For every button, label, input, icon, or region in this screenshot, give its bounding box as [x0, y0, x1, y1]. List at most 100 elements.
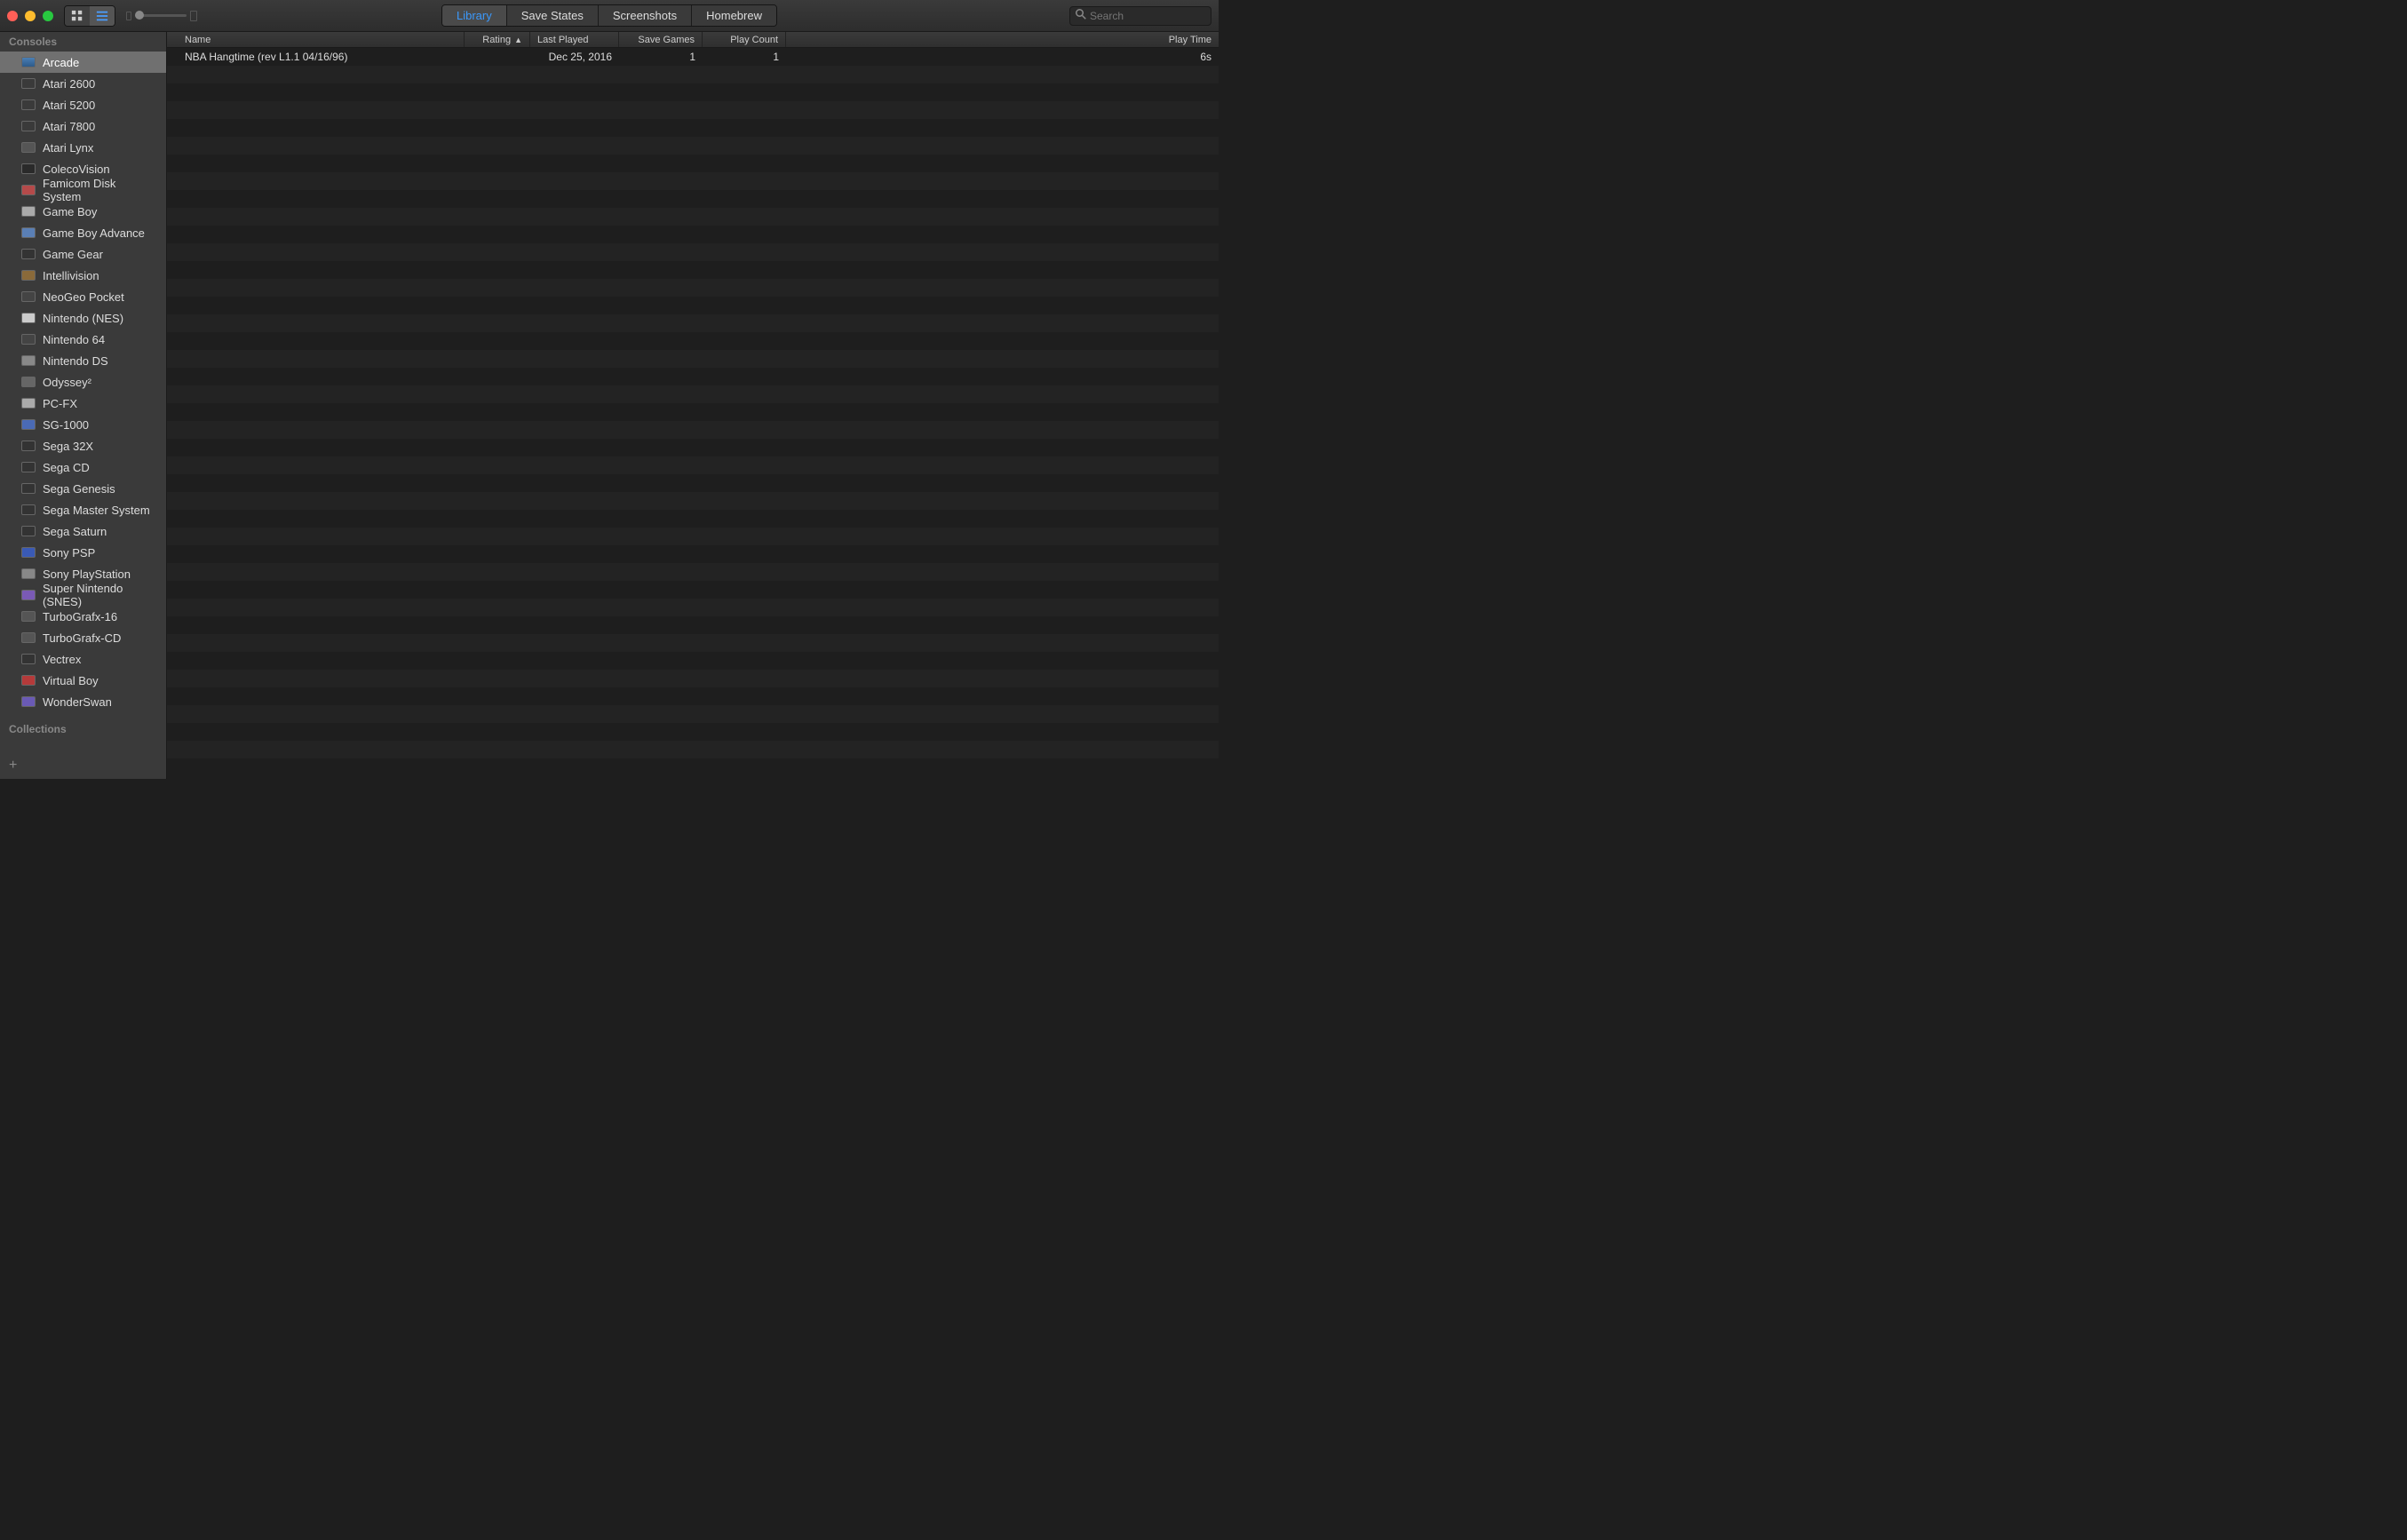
sidebar-item-sony-psp[interactable]: Sony PSP — [0, 542, 166, 563]
sidebar-item-label: Sega Genesis — [43, 482, 115, 496]
sidebar-item-sg-1000[interactable]: SG-1000 — [0, 414, 166, 435]
column-header-name[interactable]: Name — [167, 32, 465, 47]
sidebar-item-famicom-disk-system[interactable]: Famicom Disk System — [0, 179, 166, 201]
zoom-knob[interactable] — [135, 11, 144, 20]
sidebar-item-label: Sega Master System — [43, 504, 150, 517]
sidebar-item-atari-lynx[interactable]: Atari Lynx — [0, 137, 166, 158]
zoom-track — [135, 14, 187, 17]
sidebar-item-sega-master-system[interactable]: Sega Master System — [0, 499, 166, 520]
intv-console-icon — [21, 270, 36, 281]
gb-console-icon — [21, 206, 36, 217]
add-collection-button[interactable]: + — [0, 752, 166, 779]
sidebar-item-sega-32x[interactable]: Sega 32X — [0, 435, 166, 456]
sidebar-item-intellivision[interactable]: Intellivision — [0, 265, 166, 286]
table-row-empty — [167, 368, 1219, 385]
tab-screenshots[interactable]: Screenshots — [599, 5, 692, 26]
tg16-console-icon — [21, 611, 36, 622]
sidebar-item-label: Famicom Disk System — [43, 177, 157, 203]
sidebar-item-neogeo-pocket[interactable]: NeoGeo Pocket — [0, 286, 166, 307]
zoom-slider[interactable] — [126, 11, 197, 21]
sidebar-item-game-boy-advance[interactable]: Game Boy Advance — [0, 222, 166, 243]
sidebar-item-sega-genesis[interactable]: Sega Genesis — [0, 478, 166, 499]
column-header-rating[interactable]: Rating ▲ — [465, 32, 530, 47]
pcfx-console-icon — [21, 398, 36, 409]
sidebar-item-turbografx-cd[interactable]: TurboGrafx-CD — [0, 627, 166, 648]
table-header: Name Rating ▲ Last Played Save Games Pla… — [167, 32, 1219, 48]
tab-save-states[interactable]: Save States — [507, 5, 599, 26]
table-row-empty — [167, 297, 1219, 314]
odyssey-console-icon — [21, 377, 36, 387]
sidebar-item-label: TurboGrafx-CD — [43, 631, 121, 645]
table-row-empty — [167, 101, 1219, 119]
column-header-play-time[interactable]: Play Time — [786, 32, 1219, 47]
sidebar-item-game-boy[interactable]: Game Boy — [0, 201, 166, 222]
table-row-empty — [167, 545, 1219, 563]
coleco-console-icon — [21, 163, 36, 174]
tab-homebrew[interactable]: Homebrew — [692, 5, 776, 26]
sidebar-item-label: Atari 5200 — [43, 99, 95, 112]
sidebar-item-nintendo-ds[interactable]: Nintendo DS — [0, 350, 166, 371]
n64-console-icon — [21, 334, 36, 345]
sidebar-item-label: WonderSwan — [43, 695, 112, 709]
vectrex-console-icon — [21, 654, 36, 664]
sidebar-item-sega-saturn[interactable]: Sega Saturn — [0, 520, 166, 542]
table-row-empty — [167, 563, 1219, 581]
sidebar-item-super-nintendo-snes-[interactable]: Super Nintendo (SNES) — [0, 584, 166, 606]
atari-console-icon — [21, 78, 36, 89]
table-row[interactable]: NBA Hangtime (rev L1.1 04/16/96)Dec 25, … — [167, 48, 1219, 66]
search-field[interactable] — [1069, 6, 1211, 26]
sidebar-item-wonderswan[interactable]: WonderSwan — [0, 691, 166, 712]
search-input[interactable] — [1090, 10, 1205, 22]
column-header-last-played[interactable]: Last Played — [530, 32, 619, 47]
table-row-empty — [167, 705, 1219, 723]
psp-console-icon — [21, 547, 36, 558]
window-controls — [7, 11, 53, 21]
sidebar-item-virtual-boy[interactable]: Virtual Boy — [0, 670, 166, 691]
sidebar-item-odyssey-[interactable]: Odyssey² — [0, 371, 166, 393]
tab-library[interactable]: Library — [442, 5, 507, 26]
table-body[interactable]: NBA Hangtime (rev L1.1 04/16/96)Dec 25, … — [167, 48, 1219, 779]
sidebar-item-atari-2600[interactable]: Atari 2600 — [0, 73, 166, 94]
table-row-empty — [167, 474, 1219, 492]
sidebar-item-label: Nintendo DS — [43, 354, 108, 368]
gg-console-icon — [21, 249, 36, 259]
sidebar-item-turbografx-16[interactable]: TurboGrafx-16 — [0, 606, 166, 627]
sidebar-item-arcade[interactable]: Arcade — [0, 52, 166, 73]
table-row-empty — [167, 83, 1219, 101]
sidebar-item-label: ColecoVision — [43, 163, 110, 176]
content-area: Name Rating ▲ Last Played Save Games Pla… — [167, 32, 1219, 779]
table-row-empty — [167, 634, 1219, 652]
sidebar-item-nintendo-64[interactable]: Nintendo 64 — [0, 329, 166, 350]
table-row-empty — [167, 385, 1219, 403]
main-tabs: LibrarySave StatesScreenshotsHomebrew — [441, 4, 777, 27]
sidebar-item-label: Game Boy Advance — [43, 226, 145, 240]
sidebar-item-label: Game Boy — [43, 205, 97, 218]
column-header-save-games[interactable]: Save Games — [619, 32, 703, 47]
sidebar-item-label: Nintendo 64 — [43, 333, 105, 346]
column-header-play-count[interactable]: Play Count — [703, 32, 786, 47]
table-row-empty — [167, 226, 1219, 243]
main-area: ConsolesArcadeAtari 2600 Atari 5200 Atari … — [0, 32, 1219, 779]
sidebar-item-label: Intellivision — [43, 269, 99, 282]
table-row-empty — [167, 652, 1219, 670]
sidebar-item-pc-fx[interactable]: PC-FX — [0, 393, 166, 414]
table-row-empty — [167, 155, 1219, 172]
cell-name: NBA Hangtime (rev L1.1 04/16/96) — [167, 49, 465, 65]
sidebar-item-atari-5200[interactable]: Atari 5200 — [0, 94, 166, 115]
sidebar-item-label: TurboGrafx-16 — [43, 610, 117, 623]
grid-view-button[interactable] — [65, 6, 90, 26]
sidebar-item-atari-7800[interactable]: Atari 7800 — [0, 115, 166, 137]
table-row-empty — [167, 403, 1219, 421]
sidebar-item-game-gear[interactable]: Game Gear — [0, 243, 166, 265]
lynx-console-icon — [21, 142, 36, 153]
fullscreen-window-button[interactable] — [43, 11, 53, 21]
sidebar-item-vectrex[interactable]: Vectrex — [0, 648, 166, 670]
close-window-button[interactable] — [7, 11, 18, 21]
sidebar-section-consoles: Consoles — [0, 32, 166, 52]
list-view-button[interactable] — [90, 6, 115, 26]
s32x-console-icon — [21, 441, 36, 451]
sidebar-item-sega-cd[interactable]: Sega CD — [0, 456, 166, 478]
sidebar-item-label: Atari 7800 — [43, 120, 95, 133]
sidebar-item-nintendo-nes-[interactable]: Nintendo (NES) — [0, 307, 166, 329]
minimize-window-button[interactable] — [25, 11, 36, 21]
